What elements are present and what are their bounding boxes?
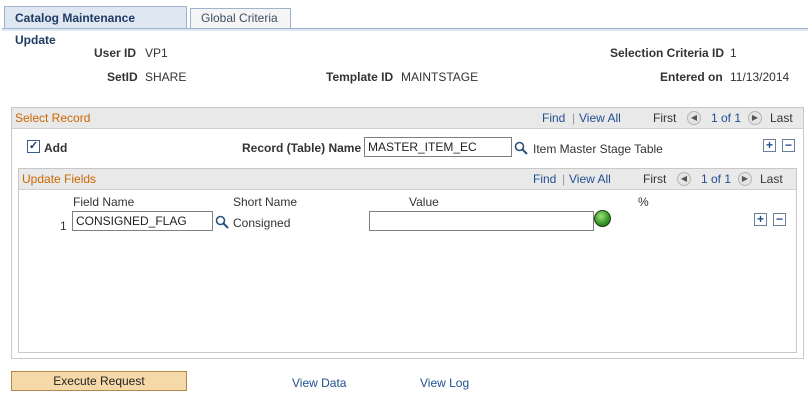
- column-field-name: Field Name: [73, 195, 135, 209]
- select-record-title: Select Record: [15, 111, 91, 125]
- column-value: Value: [409, 195, 439, 209]
- selection-criteria-id-label: Selection Criteria ID: [610, 46, 725, 60]
- update-fields-title: Update Fields: [22, 172, 97, 186]
- value-input[interactable]: [369, 211, 594, 231]
- row-number: 1: [60, 219, 67, 233]
- update-fields-view-all-link[interactable]: View All: [569, 172, 611, 186]
- select-record-last-label: Last: [770, 111, 793, 125]
- record-lookup-icon[interactable]: [514, 141, 528, 155]
- short-name-value: Consigned: [233, 216, 291, 230]
- field-name-lookup-icon[interactable]: [215, 215, 229, 229]
- add-checkbox[interactable]: ✓: [27, 140, 40, 153]
- record-description: Item Master Stage Table: [533, 142, 663, 156]
- update-fields-find-link[interactable]: Find: [533, 172, 556, 186]
- tab-strip: Catalog Maintenance Update Global Criter…: [0, 0, 811, 47]
- select-record-find-link[interactable]: Find: [542, 111, 565, 125]
- select-record-add-row-button[interactable]: +: [763, 139, 776, 152]
- update-fields-header: Update Fields Find | View All First ◀ 1 …: [19, 169, 796, 190]
- tab-catalog-maintenance-update[interactable]: Catalog Maintenance Update: [4, 6, 187, 47]
- setid-label: SetID: [107, 70, 138, 84]
- select-record-separator: |: [572, 111, 576, 125]
- add-label: Add: [44, 141, 68, 155]
- record-table-name-label: Record (Table) Name: [242, 141, 362, 155]
- view-log-link[interactable]: View Log: [420, 376, 469, 390]
- field-name-input[interactable]: [72, 211, 213, 231]
- tab-underline: [2, 28, 808, 31]
- setid-value: SHARE: [145, 70, 187, 84]
- select-record-grid: Select Record Find | View All First ◀ 1 …: [11, 107, 804, 359]
- column-percent: %: [638, 195, 649, 209]
- update-fields-separator: |: [562, 172, 566, 186]
- user-id-value: VP1: [145, 46, 168, 60]
- update-fields-grid: Update Fields Find | View All First ◀ 1 …: [18, 168, 797, 353]
- view-data-link[interactable]: View Data: [292, 376, 346, 390]
- select-record-prev-icon[interactable]: ◀: [687, 111, 701, 125]
- select-record-range: 1 of 1: [711, 111, 742, 125]
- select-record-first-label: First: [653, 111, 677, 125]
- select-record-header: Select Record Find | View All First ◀ 1 …: [12, 108, 803, 129]
- update-fields-range: 1 of 1: [701, 172, 732, 186]
- update-fields-last-label: Last: [760, 172, 783, 186]
- update-fields-prev-icon[interactable]: ◀: [677, 172, 691, 186]
- entered-on-label: Entered on: [660, 70, 723, 84]
- update-fields-add-row-button[interactable]: +: [754, 213, 767, 226]
- update-fields-next-icon[interactable]: ▶: [738, 172, 752, 186]
- green-status-icon[interactable]: [594, 210, 611, 227]
- user-id-label: User ID: [94, 46, 137, 60]
- template-id-label: Template ID: [326, 70, 394, 84]
- execute-request-button[interactable]: Execute Request: [11, 371, 187, 391]
- column-short-name: Short Name: [233, 195, 298, 209]
- update-fields-first-label: First: [643, 172, 667, 186]
- select-record-next-icon[interactable]: ▶: [748, 111, 762, 125]
- selection-criteria-id-value: 1: [730, 46, 737, 60]
- select-record-delete-row-button[interactable]: −: [782, 139, 795, 152]
- tab-global-criteria[interactable]: Global Criteria: [190, 8, 291, 28]
- record-table-name-input[interactable]: [364, 137, 512, 157]
- select-record-view-all-link[interactable]: View All: [579, 111, 621, 125]
- update-fields-delete-row-button[interactable]: −: [773, 213, 786, 226]
- template-id-value: MAINTSTAGE: [401, 70, 479, 84]
- entered-on-value: 11/13/2014: [730, 70, 790, 84]
